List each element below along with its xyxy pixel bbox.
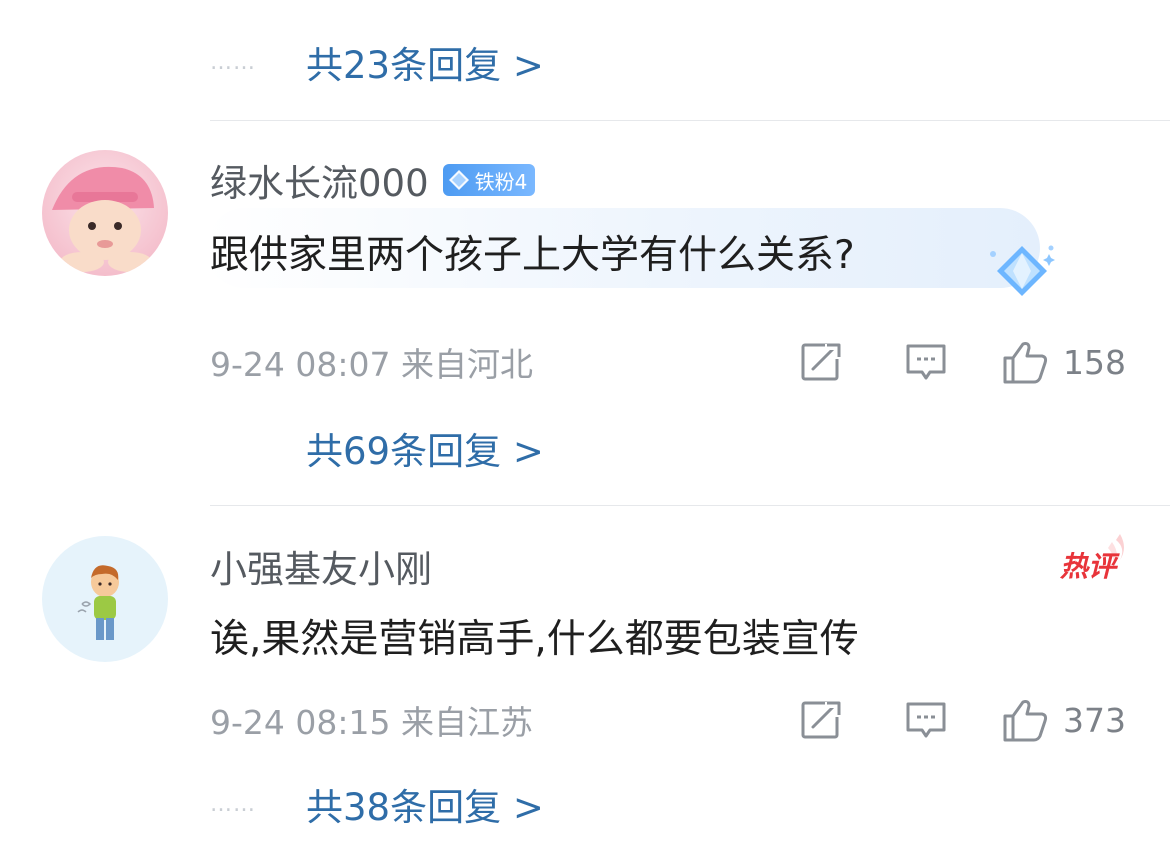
view-replies-link[interactable]: 共69条回复 > xyxy=(306,421,544,475)
hot-badge-label: 热评 xyxy=(1060,550,1117,583)
comment-actions: 158 xyxy=(741,338,1126,386)
comment-actions: 373 xyxy=(741,696,1126,744)
username[interactable]: 小强基友小刚 xyxy=(210,539,432,593)
comment-header: 小强基友小刚 xyxy=(210,538,432,594)
reply-row: 共69条回复 > xyxy=(210,418,544,478)
divider xyxy=(210,120,1170,121)
like-icon xyxy=(1003,342,1048,384)
comment-text[interactable]: 跟供家里两个孩子上大学有什么关系? xyxy=(210,224,855,280)
divider xyxy=(210,505,1170,506)
comment-icon[interactable] xyxy=(903,339,949,385)
username[interactable]: 绿水长流000 xyxy=(210,153,429,207)
like-button[interactable]: 158 xyxy=(1001,338,1126,386)
reply-row: …… 共38条回复 > xyxy=(210,774,544,834)
fan-badge-label: 铁粉4 xyxy=(474,169,528,194)
comment-text[interactable]: 诶,果然是营销高手,什么都要包装宣传 xyxy=(210,608,859,664)
view-replies-link[interactable]: 共23条回复 > xyxy=(306,35,544,89)
comment-icon[interactable] xyxy=(903,697,949,743)
fan-level-badge[interactable]: 铁粉4 xyxy=(442,164,536,196)
avatar[interactable] xyxy=(42,150,168,276)
view-replies-link[interactable]: 共38条回复 > xyxy=(306,777,544,831)
comment-meta: 9-24 08:07 来自河北 158 xyxy=(210,334,1126,390)
share-icon[interactable] xyxy=(799,339,845,385)
like-count: 158 xyxy=(1063,342,1126,382)
comment-time-location: 9-24 08:07 来自河北 xyxy=(210,345,533,384)
dots-separator: …… xyxy=(210,791,256,817)
gem-decoration-icon xyxy=(990,245,1055,296)
comment-list: …… 共23条回复 > 绿水长流000 铁粉4 跟供家里两个孩子上大学有什么关系… xyxy=(0,0,1170,860)
share-icon[interactable] xyxy=(799,697,845,743)
avatar[interactable] xyxy=(42,536,168,662)
like-icon xyxy=(1003,700,1048,742)
dots-separator: …… xyxy=(210,49,256,75)
comment-header: 绿水长流000 铁粉4 xyxy=(210,152,536,208)
like-count: 373 xyxy=(1063,700,1126,740)
comment-meta: 9-24 08:15 来自江苏 373 xyxy=(210,692,1126,748)
hot-comment-badge: 热评 xyxy=(1050,530,1130,590)
like-button[interactable]: 373 xyxy=(1001,696,1126,744)
comment-time-location: 9-24 08:15 来自江苏 xyxy=(210,703,533,742)
reply-row: …… 共23条回复 > xyxy=(210,32,544,92)
diamond-icon xyxy=(448,170,469,190)
